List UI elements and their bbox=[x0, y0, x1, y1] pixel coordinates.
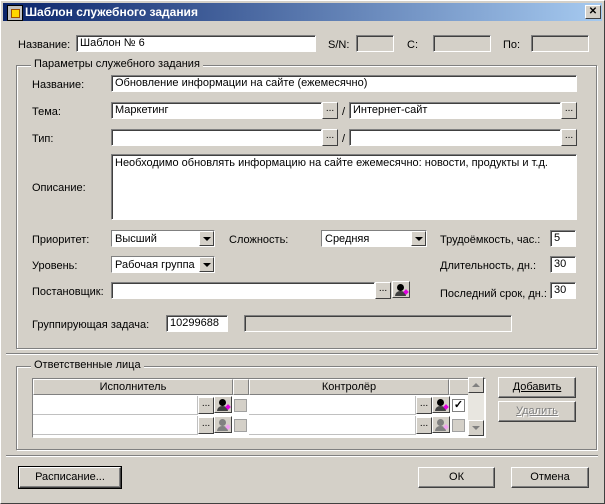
duration-input[interactable]: 30 bbox=[550, 256, 576, 273]
chevron-down-icon[interactable] bbox=[411, 231, 426, 246]
divider bbox=[6, 353, 598, 355]
user-select-icon[interactable] bbox=[214, 396, 232, 413]
header-spacer bbox=[233, 379, 249, 395]
setter-input[interactable] bbox=[111, 282, 375, 299]
template-name-input[interactable]: Шаблон № 6 bbox=[76, 35, 316, 52]
controller-checkbox[interactable]: ✓ bbox=[452, 399, 465, 412]
priority-label: Приоритет: bbox=[32, 234, 90, 246]
controller-cell[interactable] bbox=[249, 416, 416, 435]
level-label: Уровень: bbox=[32, 260, 78, 272]
controller-browse-button[interactable]: ... bbox=[416, 417, 432, 434]
cancel-button[interactable]: Отмена bbox=[511, 467, 589, 488]
add-responsible-button[interactable]: Добавить bbox=[498, 377, 576, 398]
topic-label: Тема: bbox=[32, 106, 61, 118]
chevron-down-icon[interactable] bbox=[199, 231, 214, 246]
executor-checkbox bbox=[234, 419, 247, 432]
controller-column-header[interactable]: Контролёр bbox=[249, 379, 449, 395]
scroll-up-icon[interactable] bbox=[468, 377, 484, 393]
setter-label: Постановщик: bbox=[32, 286, 104, 298]
subtype-browse-button[interactable]: ... bbox=[561, 129, 577, 146]
po-field bbox=[531, 35, 589, 52]
topic-browse-button[interactable]: ... bbox=[322, 102, 338, 119]
po-label: По: bbox=[503, 39, 521, 51]
responsible-group-title: Ответственные лица bbox=[31, 359, 144, 371]
ok-button[interactable]: ОК bbox=[418, 467, 495, 488]
schedule-button[interactable]: Расписание... bbox=[18, 466, 122, 489]
task-name-input[interactable]: Обновление информации на сайте (ежемесяч… bbox=[111, 75, 577, 92]
subtype-input[interactable] bbox=[349, 129, 561, 146]
sn-field bbox=[356, 35, 394, 52]
level-value: Рабочая группа bbox=[115, 259, 195, 271]
complexity-value: Средняя bbox=[325, 233, 370, 245]
executor-cell[interactable] bbox=[33, 396, 198, 415]
level-select[interactable]: Рабочая группа bbox=[111, 256, 215, 273]
type-browse-button[interactable]: ... bbox=[322, 129, 338, 146]
executor-checkbox bbox=[234, 399, 247, 412]
sn-label: S/N: bbox=[328, 39, 350, 51]
controller-browse-button[interactable]: ... bbox=[416, 397, 432, 414]
user-select-icon[interactable] bbox=[432, 396, 450, 413]
topic-input[interactable]: Маркетинг bbox=[111, 102, 322, 119]
setter-browse-button[interactable]: ... bbox=[375, 282, 391, 299]
executor-column-header[interactable]: Исполнитель bbox=[33, 379, 233, 395]
user-select-icon[interactable] bbox=[214, 416, 232, 433]
type-label: Тип: bbox=[32, 133, 54, 145]
divider bbox=[6, 455, 598, 457]
labor-label: Трудоёмкость, час.: bbox=[440, 234, 541, 246]
controller-checkbox bbox=[452, 419, 465, 432]
executor-browse-button[interactable]: ... bbox=[198, 417, 214, 434]
chevron-down-icon[interactable] bbox=[199, 257, 214, 272]
scroll-down-icon[interactable] bbox=[468, 420, 484, 436]
controller-cell[interactable] bbox=[249, 396, 416, 415]
subtopic-browse-button[interactable]: ... bbox=[561, 102, 577, 119]
topic-slash: / bbox=[342, 106, 346, 118]
delete-responsible-button: Удалить bbox=[498, 401, 576, 422]
user-select-icon[interactable] bbox=[432, 416, 450, 433]
type-input[interactable] bbox=[111, 129, 322, 146]
executor-cell[interactable] bbox=[33, 416, 198, 435]
description-label: Описание: bbox=[32, 182, 86, 194]
executor-browse-button[interactable]: ... bbox=[198, 397, 214, 414]
user-select-icon[interactable] bbox=[392, 281, 410, 298]
type-slash: / bbox=[342, 133, 346, 145]
priority-select[interactable]: Высший bbox=[111, 230, 215, 247]
complexity-select[interactable]: Средняя bbox=[321, 230, 427, 247]
priority-value: Высший bbox=[115, 233, 157, 245]
window-title: Шаблон служебного задания bbox=[25, 5, 198, 19]
responsible-grid: Исполнитель Контролёр ... ... ✓ ... ... bbox=[32, 378, 486, 438]
description-textarea[interactable]: Необходимо обновлять информацию на сайте… bbox=[111, 154, 577, 220]
deadline-label: Последний срок, дн.: bbox=[440, 288, 547, 300]
task-params-group-title: Параметры служебного задания bbox=[31, 58, 203, 70]
complexity-label: Сложность: bbox=[229, 234, 289, 246]
title-bar[interactable]: Шаблон служебного задания ✕ bbox=[3, 3, 602, 21]
task-name-label: Название: bbox=[32, 79, 85, 91]
subtopic-input[interactable]: Интернет-сайт bbox=[349, 102, 561, 119]
close-button[interactable]: ✕ bbox=[585, 5, 601, 19]
group-task-description bbox=[244, 315, 512, 332]
group-task-label: Группирующая задача: bbox=[32, 319, 150, 331]
duration-label: Длительность, дн.: bbox=[440, 260, 537, 272]
header-spacer bbox=[449, 379, 469, 395]
labor-input[interactable]: 5 bbox=[550, 230, 576, 247]
deadline-input[interactable]: 30 bbox=[550, 282, 576, 299]
app-icon bbox=[7, 5, 23, 21]
template-name-label: Название: bbox=[18, 39, 71, 51]
grid-scrollbar[interactable] bbox=[468, 377, 484, 436]
c-label: С: bbox=[407, 39, 418, 51]
group-task-input[interactable]: 10299688 bbox=[166, 315, 228, 332]
c-field bbox=[433, 35, 491, 52]
